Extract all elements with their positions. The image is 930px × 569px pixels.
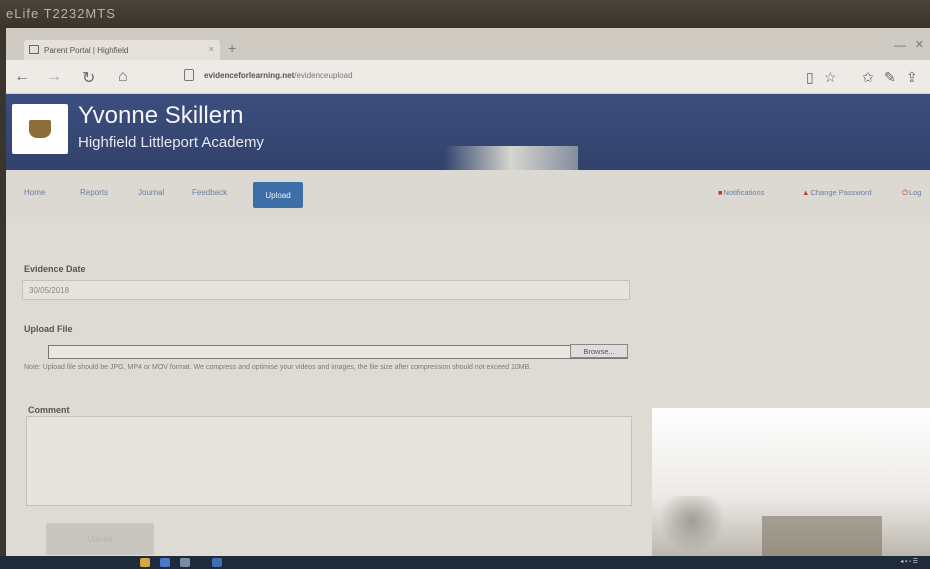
pen-icon[interactable]: ✎ (884, 69, 896, 86)
tab-strip: Parent Portal | Highfield × + — ✕ (6, 28, 930, 60)
browse-button[interactable]: Browse... (570, 344, 628, 358)
notifications-label: Notifications (723, 188, 765, 197)
nav-feedback[interactable]: Feedback (192, 188, 227, 197)
monitor-label: eLife T2232MTS (6, 6, 116, 21)
favorites-hub-icon[interactable]: ✩ (862, 69, 874, 86)
crest-icon (29, 120, 51, 138)
forward-icon[interactable]: → (46, 68, 62, 86)
file-input[interactable] (48, 345, 628, 359)
school-name: Highfield Littleport Academy (78, 134, 264, 151)
nav-reports[interactable]: Reports (80, 188, 108, 197)
taskbar: ◂ ▪ ▫ ☰ (0, 556, 930, 569)
new-tab-icon[interactable]: + (228, 40, 244, 58)
evidence-date-value: 30/05/2018 (29, 286, 70, 295)
logout-label: Log (908, 188, 922, 197)
page-title: Yvonne Skillern (78, 102, 244, 129)
site-header: Yvonne Skillern Highfield Littleport Aca… (6, 94, 930, 188)
change-password-link[interactable]: ▲Change Password (802, 188, 872, 197)
notifications-link[interactable]: ■Notifications (718, 188, 764, 197)
address-bar: ← → ↻ ⌂ evidenceforlearning.net/evidence… (6, 60, 930, 94)
system-tray: ◂ ▪ ▫ ☰ (900, 559, 918, 565)
change-password-label: Change Password (810, 188, 872, 197)
school-logo (12, 104, 68, 154)
main-nav: Home Reports Journal Feedback Upload ■No… (6, 170, 930, 218)
roof-reflection (762, 516, 882, 556)
share-icon[interactable]: ⇪ (906, 69, 918, 86)
tab-close-icon[interactable]: × (209, 44, 214, 54)
minimize-icon[interactable]: — (894, 38, 906, 52)
logout-link[interactable]: ⏻Log (902, 188, 921, 198)
back-icon[interactable]: ← (14, 68, 30, 86)
comment-label: Comment (28, 405, 70, 415)
browser-tab[interactable]: Parent Portal | Highfield × (24, 40, 220, 60)
bell-icon: ■ (718, 188, 723, 197)
browser-window: Parent Portal | Highfield × + — ✕ ← → ↻ … (6, 28, 930, 556)
home-icon[interactable]: ⌂ (118, 68, 128, 86)
photo-frame: eLife T2232MTS Parent Portal | Highfield… (0, 0, 930, 569)
window-reflection (652, 408, 930, 556)
evidence-date-input[interactable]: 30/05/2018 (22, 280, 630, 300)
close-window-icon[interactable]: ✕ (915, 38, 924, 51)
tab-title: Parent Portal | Highfield (44, 45, 129, 55)
nav-journal[interactable]: Journal (138, 188, 164, 197)
refresh-icon[interactable]: ↻ (82, 68, 95, 88)
evidence-date-label: Evidence Date (24, 264, 86, 274)
comment-textarea[interactable] (26, 416, 632, 506)
reading-view-icon[interactable]: ▯ (806, 69, 814, 86)
tree-reflection (662, 496, 722, 556)
upload-note: Note: Upload file should be JPG, MP4 or … (24, 364, 532, 371)
url-domain: evidenceforlearning.net (204, 71, 295, 80)
favorite-star-icon[interactable]: ☆ (824, 69, 837, 86)
monitor-bezel: eLife T2232MTS (0, 0, 930, 30)
taskbar-browser-icon[interactable] (160, 558, 170, 567)
nav-upload[interactable]: Upload (253, 182, 303, 208)
lock-icon (184, 69, 194, 81)
taskbar-app-icon[interactable] (140, 558, 150, 567)
nav-home[interactable]: Home (24, 188, 45, 197)
taskbar-explorer-icon[interactable] (180, 558, 190, 567)
url-field[interactable]: evidenceforlearning.net/evidenceupload (204, 71, 353, 80)
user-icon: ▲ (802, 188, 810, 197)
upload-button[interactable]: Upload (46, 523, 154, 555)
taskbar-app2-icon[interactable] (212, 558, 222, 567)
tab-page-icon (29, 45, 39, 54)
upload-file-label: Upload File (24, 324, 73, 334)
power-icon: ⏻ (902, 188, 908, 197)
url-path: /evidenceupload (294, 71, 353, 80)
